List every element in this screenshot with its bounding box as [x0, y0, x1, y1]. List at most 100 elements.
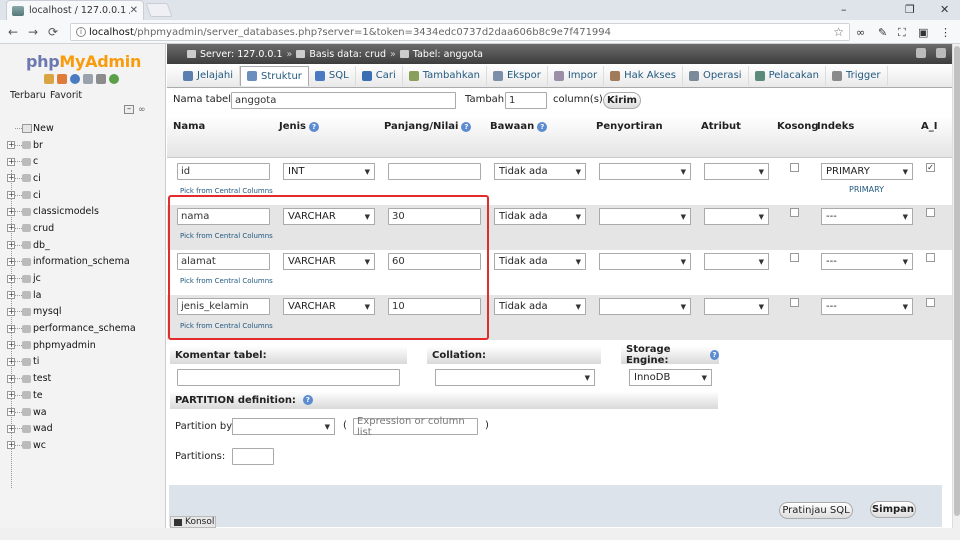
- extension-icon[interactable]: ✎: [878, 26, 887, 39]
- null-checkbox[interactable]: [790, 298, 799, 307]
- close-window-icon[interactable]: ✕: [940, 3, 949, 16]
- recent-tab[interactable]: Terbaru: [10, 90, 46, 101]
- tree-item-database[interactable]: + phpmyadmin: [0, 337, 166, 354]
- expand-icon[interactable]: +: [7, 291, 15, 300]
- tree-item-database[interactable]: + db_: [0, 237, 166, 254]
- tab-cari[interactable]: Cari: [356, 65, 403, 86]
- field-index-select[interactable]: PRIMARY ▼: [821, 163, 913, 180]
- new-tab-button[interactable]: [145, 3, 173, 17]
- field-default-select[interactable]: Tidak ada ▼: [494, 208, 586, 225]
- expand-icon[interactable]: +: [7, 307, 15, 316]
- table-comment-input[interactable]: [177, 369, 400, 386]
- expand-icon[interactable]: +: [7, 441, 15, 450]
- auto-increment-checkbox[interactable]: [926, 298, 935, 307]
- expand-icon[interactable]: +: [7, 357, 15, 366]
- pick-central-columns-link[interactable]: Pick from Central Columns: [180, 187, 273, 195]
- tab-struktur[interactable]: Struktur: [240, 65, 309, 86]
- tree-item-database[interactable]: + c: [0, 153, 166, 170]
- null-checkbox[interactable]: [790, 163, 799, 172]
- expand-icon[interactable]: +: [7, 341, 15, 350]
- home-icon[interactable]: [44, 74, 54, 84]
- tree-item-database[interactable]: + ci: [0, 170, 166, 187]
- add-columns-count[interactable]: 1: [505, 92, 547, 109]
- expand-icon[interactable]: +: [7, 274, 15, 283]
- expand-icon[interactable]: +: [7, 191, 15, 200]
- go-button[interactable]: Kirim: [603, 92, 641, 109]
- save-button[interactable]: Simpan: [870, 501, 916, 518]
- field-attributes-select[interactable]: ▼: [704, 298, 769, 315]
- expand-icon[interactable]: +: [7, 257, 15, 266]
- help-icon[interactable]: ?: [309, 121, 320, 132]
- partitions-count-input[interactable]: [232, 448, 274, 465]
- collapse-panel-icon[interactable]: [936, 48, 946, 58]
- bookmark-star-icon[interactable]: ☆: [833, 25, 844, 39]
- tab-close-icon[interactable]: ✕: [130, 5, 138, 16]
- tree-item-database[interactable]: + performance_schema: [0, 320, 166, 337]
- field-attributes-select[interactable]: ▼: [704, 253, 769, 270]
- tree-item-database[interactable]: + br: [0, 137, 166, 154]
- expand-icon[interactable]: +: [7, 157, 15, 166]
- tab-impor[interactable]: Impor: [548, 65, 605, 86]
- settings-icon[interactable]: [96, 74, 106, 84]
- expand-icon[interactable]: +: [7, 408, 15, 417]
- table-collation-select[interactable]: ▼: [435, 369, 595, 386]
- extension-icon[interactable]: ⛶: [898, 26, 906, 40]
- field-default-select[interactable]: Tidak ada ▼: [494, 253, 586, 270]
- menu-icon[interactable]: ⋮: [940, 26, 951, 39]
- console-toggle[interactable]: Konsol: [170, 516, 216, 528]
- tree-item-database[interactable]: + classicmodels: [0, 203, 166, 220]
- field-index-select[interactable]: --- ▼: [821, 253, 913, 270]
- breadcrumb-database[interactable]: Basis data: crud: [309, 49, 386, 60]
- tree-item-database[interactable]: + mysql: [0, 304, 166, 321]
- expand-icon[interactable]: +: [7, 424, 15, 433]
- help-icon[interactable]: ?: [302, 395, 313, 405]
- null-checkbox[interactable]: [790, 253, 799, 262]
- info-icon[interactable]: i: [76, 27, 86, 37]
- expand-icon[interactable]: +: [7, 324, 15, 333]
- expand-icon[interactable]: +: [7, 391, 15, 400]
- tab-trigger[interactable]: Trigger: [826, 65, 888, 86]
- expand-icon[interactable]: +: [7, 207, 15, 216]
- field-collation-select[interactable]: ▼: [599, 163, 691, 180]
- tab-operasi[interactable]: Operasi: [683, 65, 749, 86]
- field-attributes-select[interactable]: ▼: [704, 208, 769, 225]
- expand-icon[interactable]: +: [7, 241, 15, 250]
- phpmyadmin-logo[interactable]: phpMyAdmin: [26, 52, 141, 71]
- favorites-tab[interactable]: Favorit: [50, 90, 83, 101]
- reload-icon[interactable]: ⟳: [48, 25, 58, 39]
- tree-item-database[interactable]: + crud: [0, 220, 166, 237]
- field-attributes-select[interactable]: ▼: [704, 163, 769, 180]
- help-icon[interactable]: [70, 74, 80, 84]
- tree-item-database[interactable]: + information_schema: [0, 254, 166, 271]
- partition-expression-input[interactable]: Expression or column list: [353, 416, 478, 438]
- field-default-select[interactable]: Tidak ada ▼: [494, 298, 586, 315]
- expand-icon[interactable]: +: [7, 141, 15, 150]
- null-checkbox[interactable]: [790, 208, 799, 217]
- field-default-select[interactable]: Tidak ada ▼: [494, 163, 586, 180]
- partition-by-select[interactable]: ▼: [232, 418, 335, 435]
- browser-tab[interactable]: localhost / 127.0.0.1 / cr... ✕: [6, 0, 144, 20]
- tree-item-database[interactable]: + wa: [0, 404, 166, 421]
- tree-item-new[interactable]: New: [0, 120, 166, 137]
- tree-item-database[interactable]: + jc: [0, 270, 166, 287]
- tab-sql[interactable]: SQL: [309, 65, 356, 86]
- help-icon[interactable]: ?: [461, 121, 472, 132]
- extension-icon[interactable]: ▣: [918, 26, 928, 39]
- tree-item-database[interactable]: + te: [0, 387, 166, 404]
- storage-engine-select[interactable]: InnoDB ▼: [629, 369, 712, 386]
- tab-tambahkan[interactable]: Tambahkan: [403, 65, 487, 86]
- auto-increment-checkbox[interactable]: ✓: [926, 163, 935, 172]
- maximize-icon[interactable]: ❐: [905, 3, 915, 16]
- logout-icon[interactable]: [57, 74, 67, 84]
- table-name-input[interactable]: anggota: [231, 92, 456, 109]
- forward-icon[interactable]: →: [28, 25, 38, 39]
- expand-icon[interactable]: +: [7, 224, 15, 233]
- url-field[interactable]: i localhost/phpmyadmin/server_databases.…: [70, 23, 850, 41]
- field-collation-select[interactable]: ▼: [599, 208, 691, 225]
- expand-icon[interactable]: +: [7, 174, 15, 183]
- field-length-input[interactable]: [388, 163, 481, 180]
- field-name-input[interactable]: id: [177, 163, 270, 180]
- tree-item-database[interactable]: + wad: [0, 420, 166, 437]
- breadcrumb-table[interactable]: Tabel: anggota: [413, 49, 483, 60]
- tree-item-database[interactable]: + test: [0, 370, 166, 387]
